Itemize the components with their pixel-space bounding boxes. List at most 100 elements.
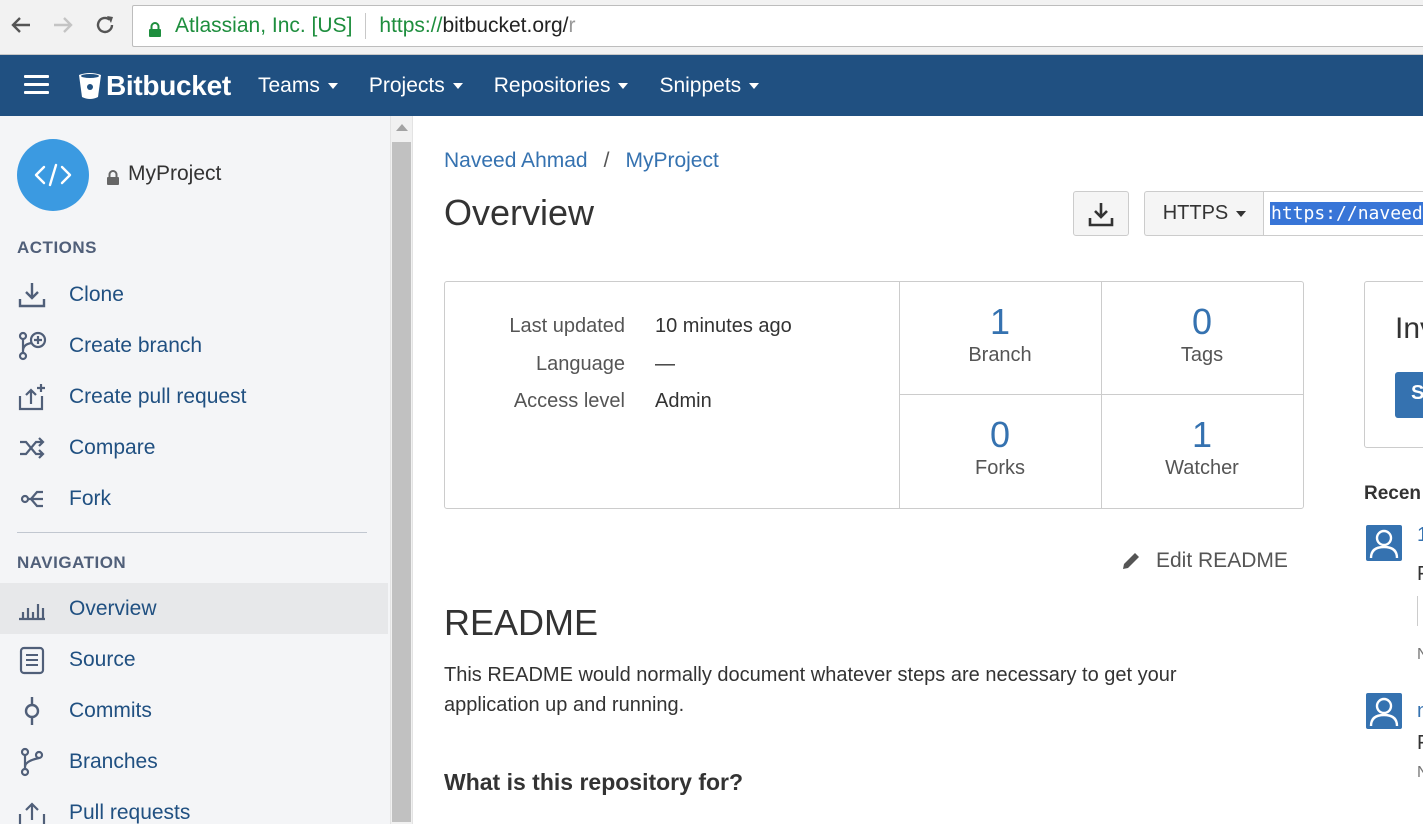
secure-lock-icon	[149, 19, 161, 37]
nav-commits[interactable]: Commits	[0, 685, 388, 736]
pull-request-icon	[17, 798, 47, 824]
scroll-thumb[interactable]	[392, 142, 411, 822]
stat-tags[interactable]: 0 Tags	[1101, 282, 1303, 394]
activity-fragment: N	[1417, 646, 1423, 663]
scroll-up-arrow-icon[interactable]	[396, 124, 408, 131]
readme-heading: README	[444, 602, 599, 643]
menu-teams-label: Teams	[258, 73, 320, 97]
nav-commits-label: Commits	[69, 698, 152, 722]
sidebar-scrollbar[interactable]	[390, 116, 413, 824]
edit-readme-link[interactable]: Edit README	[1120, 549, 1288, 573]
user-avatar-icon[interactable]	[1366, 693, 1402, 729]
clone-url-field[interactable]: https://naveedah	[1263, 191, 1423, 236]
breadcrumb: Naveed Ahmad / MyProject	[444, 149, 719, 173]
hamburger-menu-icon[interactable]	[24, 75, 49, 95]
protocol-label: HTTPS	[1162, 202, 1229, 224]
breadcrumb-repo[interactable]: MyProject	[625, 149, 718, 173]
stat-forks[interactable]: 0 Forks	[899, 395, 1101, 507]
user-avatar-icon[interactable]	[1366, 525, 1402, 561]
action-compare[interactable]: Compare	[0, 422, 388, 473]
address-divider	[365, 13, 367, 39]
pencil-icon	[1123, 553, 1139, 569]
project-name-row[interactable]: MyProject	[107, 162, 221, 186]
meta-label: Access level	[513, 390, 625, 412]
clone-url-text: https://naveedah	[1270, 202, 1423, 225]
navigation-heading: NAVIGATION	[17, 553, 127, 572]
download-button[interactable]	[1073, 191, 1129, 236]
stat-label: Watcher	[1165, 457, 1239, 479]
forward-arrow-icon	[54, 17, 73, 33]
browser-toolbar: Atlassian, Inc. [US] https:// bitbucket.…	[0, 0, 1423, 55]
action-clone-label: Clone	[69, 282, 124, 306]
address-bar[interactable]: Atlassian, Inc. [US] https:// bitbucket.…	[132, 5, 1423, 47]
activity-fragment[interactable]: 1	[1417, 524, 1423, 547]
back-button[interactable]	[6, 10, 36, 40]
activity-divider	[1417, 596, 1418, 626]
meta-value: 10 minutes ago	[655, 315, 792, 337]
project-avatar[interactable]	[17, 139, 89, 211]
stat-watchers[interactable]: 1 Watcher	[1101, 395, 1303, 507]
nav-branches[interactable]: Branches	[0, 736, 388, 787]
action-create-branch[interactable]: Create branch	[0, 320, 388, 371]
menu-teams[interactable]: Teams	[258, 74, 338, 98]
invite-panel: Inv S	[1364, 281, 1423, 448]
breadcrumb-owner[interactable]: Naveed Ahmad	[444, 149, 588, 173]
branches-icon	[17, 747, 47, 777]
readme-paragraph: This README would normally document what…	[444, 664, 1177, 716]
nav-overview-label: Overview	[69, 596, 157, 620]
menu-repositories[interactable]: Repositories	[494, 74, 629, 98]
action-fork-label: Fork	[69, 486, 111, 510]
action-create-pull-request-label: Create pull request	[69, 384, 247, 408]
url-path: r	[568, 14, 576, 37]
url-host: bitbucket.org/	[442, 14, 569, 37]
meta-label: Last updated	[509, 315, 625, 337]
activity-fragment[interactable]: n	[1417, 700, 1423, 723]
nav-pull-requests[interactable]: Pull requests	[0, 787, 388, 824]
reload-button[interactable]	[90, 10, 120, 40]
stat-label: Tags	[1180, 344, 1224, 366]
chevron-down-icon	[749, 82, 760, 89]
upload-plus-icon	[17, 382, 47, 412]
invite-button[interactable]: S	[1395, 372, 1423, 418]
breadcrumb-separator: /	[603, 149, 610, 172]
secure-site-label: Atlassian, Inc. [US]	[175, 14, 353, 37]
menu-projects[interactable]: Projects	[369, 74, 463, 98]
app-header: Bitbucket Teams Projects Repositories Sn…	[0, 55, 1423, 116]
sidebar-divider	[17, 532, 367, 533]
chevron-down-icon	[618, 82, 629, 89]
shuffle-icon	[17, 433, 47, 463]
menu-repositories-label: Repositories	[493, 73, 611, 97]
main-content: Naveed Ahmad / MyProject Overview HTTPS …	[414, 116, 1423, 824]
chevron-down-icon	[327, 82, 338, 89]
stat-label: Forks	[975, 457, 1025, 479]
stat-value: 0	[989, 414, 1011, 455]
logo-text: Bitbucket	[106, 70, 231, 101]
private-lock-icon	[107, 167, 119, 185]
action-clone[interactable]: Clone	[0, 269, 388, 320]
document-icon	[17, 645, 47, 675]
menu-snippets-label: Snippets	[659, 73, 742, 97]
activity-fragment: N	[1417, 764, 1423, 781]
menu-snippets[interactable]: Snippets	[659, 73, 760, 98]
action-compare-label: Compare	[69, 435, 156, 459]
meta-label: Language	[536, 353, 625, 375]
page-title: Overview	[444, 192, 595, 233]
nav-source[interactable]: Source	[0, 634, 388, 685]
actions-heading: ACTIONS	[17, 238, 97, 257]
url-scheme: https://	[379, 14, 443, 37]
nav-source-label: Source	[69, 647, 136, 671]
forward-button[interactable]	[48, 10, 78, 40]
action-create-pull-request[interactable]: Create pull request	[0, 371, 388, 422]
menu-projects-label: Projects	[368, 73, 445, 97]
stat-label: Branch	[968, 344, 1032, 366]
protocol-dropdown[interactable]: HTTPS	[1144, 191, 1264, 236]
stat-branches[interactable]: 1 Branch	[899, 282, 1101, 394]
download-icon	[17, 280, 47, 310]
bitbucket-bucket-icon	[79, 73, 101, 99]
bitbucket-logo[interactable]: Bitbucket	[78, 70, 231, 102]
nav-overview[interactable]: Overview	[0, 583, 388, 634]
stat-value: 0	[1191, 301, 1213, 342]
stat-value: 1	[989, 301, 1011, 342]
action-fork[interactable]: Fork	[0, 473, 388, 524]
download-icon	[1088, 202, 1114, 226]
